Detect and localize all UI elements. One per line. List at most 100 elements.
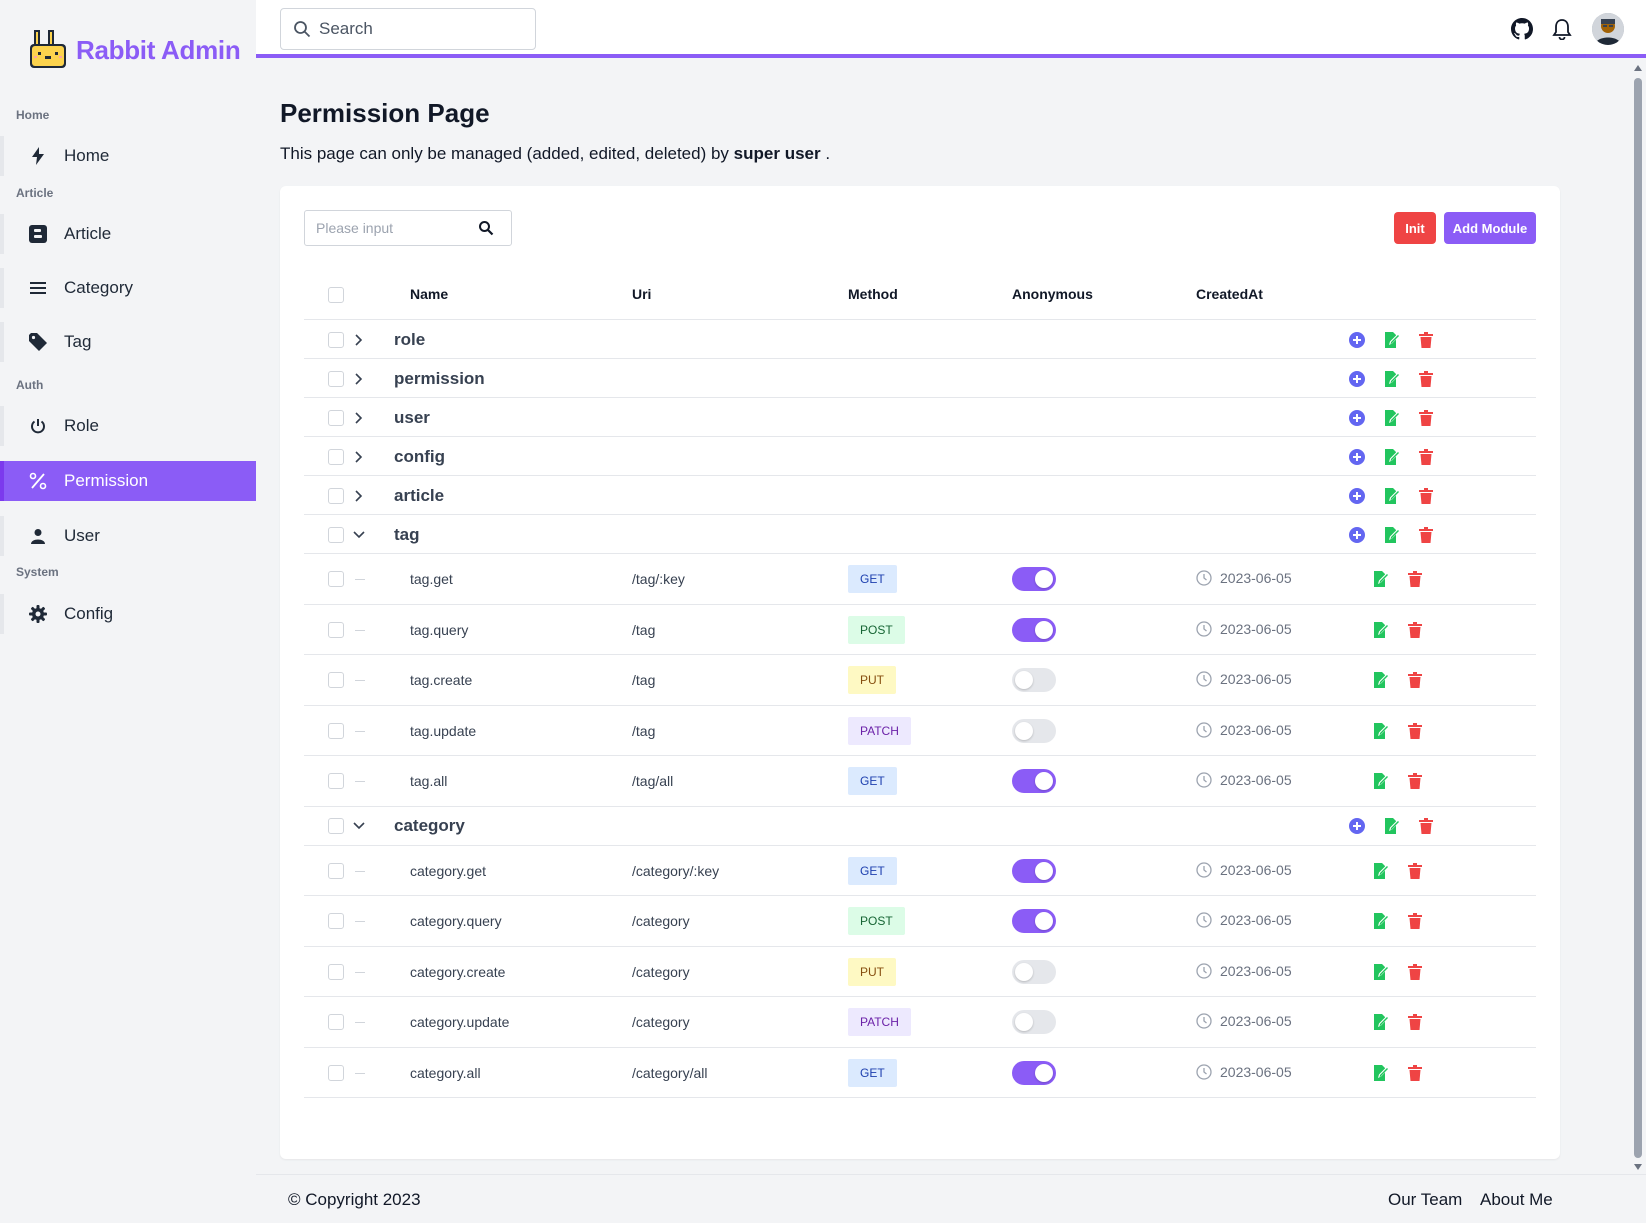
chevron-right-icon[interactable] (352, 489, 366, 503)
footer-link-about-me[interactable]: About Me (1480, 1190, 1553, 1210)
sidebar-item-user[interactable]: User (0, 516, 256, 556)
delete-icon[interactable] (1406, 963, 1424, 981)
sidebar-item-permission[interactable]: Permission (0, 461, 256, 501)
row-checkbox[interactable] (328, 370, 344, 387)
row-checkbox[interactable] (328, 409, 344, 426)
chevron-right-icon[interactable] (352, 333, 366, 347)
anonymous-toggle[interactable] (1012, 718, 1056, 743)
delete-icon[interactable] (1417, 817, 1435, 835)
edit-icon[interactable] (1372, 671, 1390, 689)
add-permission-icon[interactable] (1348, 487, 1366, 505)
init-button[interactable]: Init (1394, 212, 1436, 244)
row-checkbox[interactable] (328, 331, 344, 348)
table-search-input[interactable] (316, 220, 476, 236)
row-checkbox[interactable] (328, 1014, 344, 1031)
chevron-down-icon[interactable] (352, 819, 366, 833)
edit-icon[interactable] (1372, 722, 1390, 740)
delete-icon[interactable] (1406, 621, 1424, 639)
delete-icon[interactable] (1406, 570, 1424, 588)
chevron-right-icon[interactable] (352, 450, 366, 464)
add-permission-icon[interactable] (1348, 526, 1366, 544)
delete-icon[interactable] (1406, 671, 1424, 689)
anonymous-toggle[interactable] (1012, 858, 1056, 883)
row-checkbox[interactable] (328, 913, 344, 930)
edit-icon[interactable] (1372, 772, 1390, 790)
anonymous-toggle[interactable] (1012, 668, 1056, 693)
edit-icon[interactable] (1372, 570, 1390, 588)
delete-icon[interactable] (1417, 370, 1435, 388)
add-permission-icon[interactable] (1348, 370, 1366, 388)
edit-icon[interactable] (1372, 912, 1390, 930)
delete-icon[interactable] (1406, 1013, 1424, 1031)
anonymous-toggle[interactable] (1012, 1010, 1056, 1035)
row-checkbox[interactable] (328, 672, 344, 689)
edit-icon[interactable] (1383, 448, 1401, 466)
row-checkbox[interactable] (328, 818, 344, 834)
row-checkbox[interactable] (328, 448, 344, 465)
anonymous-toggle[interactable] (1012, 769, 1056, 794)
delete-icon[interactable] (1417, 448, 1435, 466)
github-icon[interactable] (1510, 17, 1534, 41)
page-scrollbar[interactable] (1630, 62, 1646, 1174)
scrollbar-thumb[interactable] (1634, 78, 1642, 1158)
row-checkbox[interactable] (328, 1064, 344, 1081)
add-permission-icon[interactable] (1348, 409, 1366, 427)
search-icon[interactable] (478, 220, 494, 236)
anonymous-toggle[interactable] (1012, 909, 1056, 934)
add-permission-icon[interactable] (1348, 817, 1366, 835)
bell-icon[interactable] (1550, 17, 1574, 41)
delete-icon[interactable] (1406, 722, 1424, 740)
add-permission-icon[interactable] (1348, 331, 1366, 349)
row-checkbox[interactable] (328, 773, 344, 790)
delete-icon[interactable] (1417, 526, 1435, 544)
row-checkbox[interactable] (328, 526, 344, 543)
select-all-checkbox[interactable] (328, 287, 344, 303)
anonymous-toggle[interactable] (1012, 567, 1056, 592)
edit-icon[interactable] (1383, 370, 1401, 388)
chevron-down-icon[interactable] (352, 528, 366, 542)
edit-icon[interactable] (1383, 526, 1401, 544)
brand-logo[interactable]: Rabbit Admin (26, 28, 241, 72)
edit-icon[interactable] (1383, 409, 1401, 427)
row-checkbox[interactable] (328, 722, 344, 739)
sidebar-item-config[interactable]: Config (0, 594, 256, 634)
edit-icon[interactable] (1383, 817, 1401, 835)
row-checkbox[interactable] (328, 862, 344, 879)
delete-icon[interactable] (1417, 331, 1435, 349)
scroll-down-icon[interactable] (1634, 1164, 1642, 1170)
global-search-input[interactable] (319, 19, 509, 39)
chevron-right-icon[interactable] (352, 411, 366, 425)
delete-icon[interactable] (1406, 912, 1424, 930)
delete-icon[interactable] (1417, 409, 1435, 427)
sidebar-item-category[interactable]: Category (0, 268, 256, 308)
scroll-up-icon[interactable] (1634, 65, 1642, 71)
avatar[interactable] (1592, 13, 1624, 45)
row-checkbox[interactable] (328, 487, 344, 504)
add-permission-icon[interactable] (1348, 448, 1366, 466)
edit-icon[interactable] (1372, 862, 1390, 880)
sidebar-item-home[interactable]: Home (0, 136, 256, 176)
sidebar-item-role[interactable]: Role (0, 406, 256, 446)
anonymous-toggle[interactable] (1012, 1060, 1056, 1085)
row-checkbox[interactable] (328, 571, 344, 588)
edit-icon[interactable] (1372, 621, 1390, 639)
sidebar-item-tag[interactable]: Tag (0, 322, 256, 362)
delete-icon[interactable] (1406, 1064, 1424, 1082)
edit-icon[interactable] (1372, 1013, 1390, 1031)
edit-icon[interactable] (1372, 963, 1390, 981)
delete-icon[interactable] (1406, 772, 1424, 790)
global-search[interactable] (280, 8, 536, 50)
edit-icon[interactable] (1372, 1064, 1390, 1082)
row-checkbox[interactable] (328, 963, 344, 980)
delete-icon[interactable] (1406, 862, 1424, 880)
edit-icon[interactable] (1383, 487, 1401, 505)
edit-icon[interactable] (1383, 331, 1401, 349)
chevron-right-icon[interactable] (352, 372, 366, 386)
table-search[interactable] (304, 210, 512, 246)
sidebar-item-article[interactable]: Article (0, 214, 256, 254)
add-module-button[interactable]: Add Module (1444, 212, 1536, 244)
anonymous-toggle[interactable] (1012, 617, 1056, 642)
delete-icon[interactable] (1417, 487, 1435, 505)
row-checkbox[interactable] (328, 621, 344, 638)
footer-link-our-team[interactable]: Our Team (1388, 1190, 1462, 1210)
